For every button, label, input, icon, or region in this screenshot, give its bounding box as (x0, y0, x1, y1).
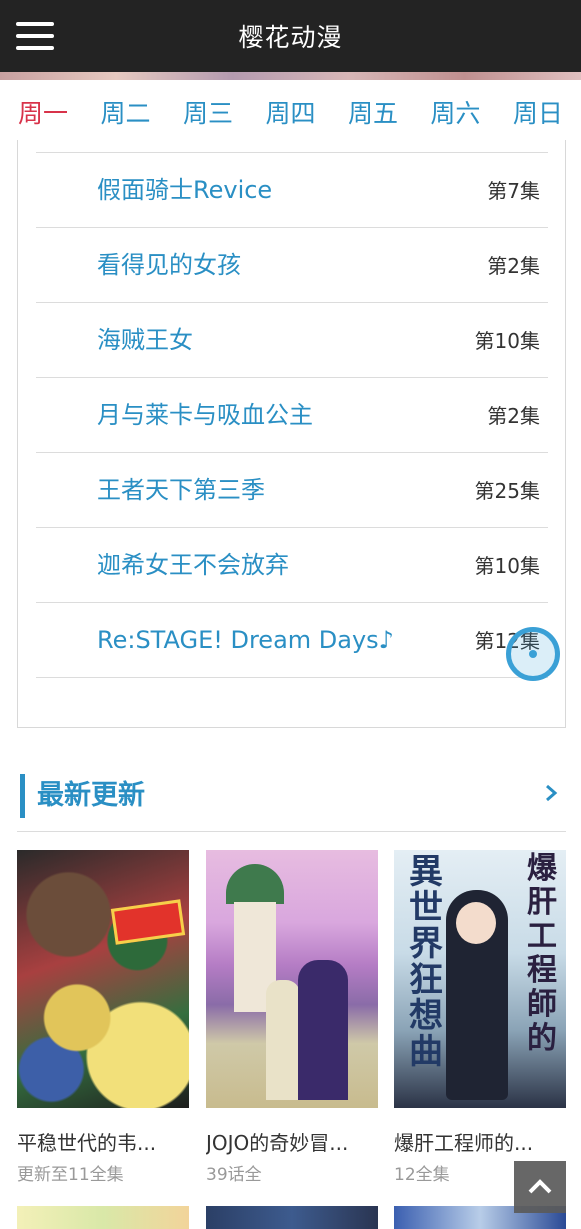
anime-cover-image[interactable] (206, 850, 378, 1108)
chevron-right-icon-svg (546, 784, 558, 802)
tab-tuesday[interactable]: 周二 (100, 96, 150, 136)
back-to-top-button[interactable] (514, 1161, 566, 1213)
cover-figure (266, 980, 300, 1100)
tab-sunday[interactable]: 周日 (513, 96, 563, 136)
list-item[interactable]: 迦希女王不会放弃 第10集 (36, 528, 548, 603)
tab-monday[interactable]: 周一 (18, 96, 68, 136)
cover-building-dome (226, 864, 284, 904)
tab-friday[interactable]: 周五 (348, 96, 398, 136)
anime-card-title[interactable]: 平稳世代的韦... (17, 1128, 189, 1158)
cover-figure (298, 960, 348, 1100)
anime-card[interactable]: 異世界狂想曲 爆肝工程師的 爆肝工程师的... 12全集 (394, 850, 566, 1188)
anime-cover-image[interactable] (17, 1206, 189, 1229)
anime-cover-image[interactable] (17, 850, 189, 1108)
anime-cover-image[interactable] (206, 1206, 378, 1229)
arrow-up-icon (528, 1179, 552, 1194)
latest-anime-grid: 平稳世代的韦... 更新至11全集 JOJO的奇妙冒... 39话全 異世界狂想… (17, 850, 566, 1229)
list-item[interactable]: 月与莱卡与吸血公主 第2集 (36, 378, 548, 453)
list-item[interactable]: 假面骑士Revice 第7集 (36, 153, 548, 228)
anime-card[interactable]: JOJO的奇妙冒... 39话全 (206, 850, 378, 1188)
tab-saturday[interactable]: 周六 (430, 96, 480, 136)
episode-label: 第10集 (474, 329, 540, 353)
list-item[interactable]: 王者天下第三季 第25集 (36, 453, 548, 528)
episode-label: 第2集 (487, 404, 540, 428)
anime-name-link[interactable]: 月与莱卡与吸血公主 (97, 398, 313, 432)
anime-cover-image[interactable]: 異世界狂想曲 爆肝工程師的 (394, 850, 566, 1108)
top-bar: 樱花动漫 (0, 0, 581, 76)
anime-card[interactable]: 平稳世代的韦... 更新至11全集 (17, 850, 189, 1188)
tab-thursday[interactable]: 周四 (265, 96, 315, 136)
anime-name-link[interactable]: 王者天下第三季 (97, 473, 265, 507)
cover-logo-text: 爆肝工程師的 (527, 851, 557, 1056)
anime-name-link[interactable]: 看得见的女孩 (97, 248, 241, 282)
cover-title-badge (110, 899, 186, 945)
section-title: 最新更新 (37, 780, 145, 811)
list-item[interactable]: 看得见的女孩 第2集 (36, 228, 548, 303)
touch-indicator (506, 627, 560, 681)
list-item[interactable]: Re:STAGE! Dream Days♪ 第12集 (36, 603, 548, 678)
episode-label: 第2集 (487, 254, 540, 278)
anime-name-link[interactable]: 海贼王女 (97, 323, 193, 357)
section-accent-bar (20, 774, 25, 818)
header-banner-strip (0, 72, 581, 80)
anime-name-link[interactable]: 迦希女王不会放弃 (97, 548, 289, 582)
anime-card-status: 39话全 (206, 1165, 262, 1185)
cover-figure-face (456, 902, 496, 944)
anime-name-link[interactable]: Re:STAGE! Dream Days♪ (97, 623, 394, 657)
cover-logo-text: 異世界狂想曲 (409, 852, 443, 1072)
anime-card-title[interactable]: 爆肝工程师的... (394, 1128, 566, 1158)
weekday-tabs: 周一 周二 周三 周四 周五 周六 周日 (18, 96, 563, 136)
chevron-right-icon[interactable] (544, 780, 560, 815)
anime-card-title[interactable]: JOJO的奇妙冒... (206, 1128, 378, 1158)
tab-wednesday[interactable]: 周三 (183, 96, 233, 136)
episode-label: 第10集 (474, 554, 540, 578)
latest-section-header: 最新更新 (17, 770, 566, 832)
anime-name-link[interactable]: 假面骑士Revice (97, 173, 272, 207)
list-item[interactable]: 海贼王女 第10集 (36, 303, 548, 378)
schedule-list: 假面骑士Revice 第7集 看得见的女孩 第2集 海贼王女 第10集 月与莱卡… (36, 152, 548, 678)
schedule-panel: 假面骑士Revice 第7集 看得见的女孩 第2集 海贼王女 第10集 月与莱卡… (17, 140, 566, 728)
app-title: 樱花动漫 (238, 23, 343, 52)
episode-label: 第25集 (474, 479, 540, 503)
anime-card-status: 更新至11全集 (17, 1165, 124, 1185)
episode-label: 第7集 (487, 179, 540, 203)
